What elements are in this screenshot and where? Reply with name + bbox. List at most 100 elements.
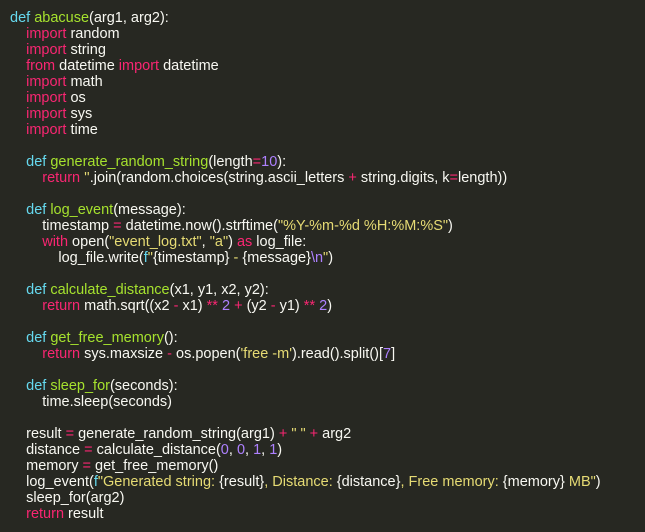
code-token: , Free memory: [400,474,503,490]
code-line: result = generate_random_string(arg1) + … [10,426,645,442]
code-token: with [42,234,69,250]
code-token: MB" [564,474,596,490]
code-token: abacuse [34,10,90,26]
code-token: = [84,442,93,458]
code-token: sleep_for(arg2) [10,490,125,506]
code-token: log_file: [252,234,307,250]
code-line: import os [10,90,645,106]
code-line: def abacuse(arg1, arg2): [10,10,645,26]
code-token: (length [208,154,253,170]
code-token: datetime [159,58,219,74]
code-token: ** [206,298,218,314]
code-token: return [42,298,81,314]
code-token: datetime [55,58,119,74]
code-token: distance [10,442,85,458]
code-token: def [26,282,51,298]
code-token: time.sleep(seconds) [10,394,172,410]
code-token: - [229,250,243,266]
code-token: , [245,442,254,458]
code-line: memory = get_free_memory() [10,458,645,474]
code-token: \n [310,250,324,266]
code-token: get_free_memory [50,330,164,346]
code-token: def [26,378,51,394]
code-token: ) [277,442,283,458]
code-token: import [26,42,67,58]
code-token: , [261,442,270,458]
code-token: datetime.now().strftime( [121,218,278,234]
code-token: 'free -m' [240,346,292,362]
code-line: import random [10,26,645,42]
code-line: time.sleep(seconds) [10,394,645,410]
code-token: memory [10,458,83,474]
code-line: log_event(f"Generated string: {result}, … [10,474,645,490]
code-token: (arg1, arg2): [89,10,169,26]
code-line: import string [10,42,645,58]
code-token: math.sqrt((x2 [80,298,174,314]
code-token: (message): [113,202,186,218]
code-line: def sleep_for(seconds): [10,378,645,394]
code-line: def generate_random_string(length=10): [10,154,645,170]
code-token: = [252,154,262,170]
code-token: "Generated string: [97,474,220,490]
code-token: {timestamp} [152,250,230,266]
code-token: = [65,426,75,442]
code-token: , [228,442,237,458]
code-token: + [309,426,319,442]
code-token: .join(random.choices(string.ascii_letter… [89,170,349,186]
code-token: + [234,298,243,314]
code-token: {result} [219,474,265,490]
code-token: calculate_distance [50,282,170,298]
code-token: ) [228,234,237,250]
code-line: def log_event(message): [10,202,645,218]
code-line: return result [10,506,645,522]
code-token: import [118,58,160,74]
code-line: return ''.join(random.choices(string.asc… [10,170,645,186]
code-token: as [236,234,253,250]
code-token: 0 [220,442,229,458]
code-token: from [26,58,56,74]
code-token: 10 [261,154,278,170]
code-line: return sys.maxsize - os.popen('free -m')… [10,346,645,362]
code-token: log_file.write( [10,250,144,266]
code-token: math [66,74,103,90]
code-line: from datetime import datetime [10,58,645,74]
code-token: 2 [319,298,328,314]
code-line: return math.sqrt((x2 - x1) ** 2 + (y2 - … [10,298,645,314]
code-token: x1) [178,298,207,314]
code-editor[interactable]: def abacuse(arg1, arg2): import random i… [0,0,645,532]
code-line: timestamp = datetime.now().strftime("%Y-… [10,218,645,234]
code-line: sleep_for(arg2) [10,490,645,506]
code-token: log_event( [10,474,94,490]
code-token: 7 [383,346,392,362]
code-line: distance = calculate_distance(0, 0, 1, 1… [10,442,645,458]
code-token: {memory} [502,474,565,490]
code-token: def [26,154,51,170]
code-line: def calculate_distance(x1, y1, x2, y2): [10,282,645,298]
code-token: return [42,170,81,186]
code-token: string.digits, k [356,170,450,186]
code-token: get_free_memory() [90,458,219,474]
code-token: import [26,26,67,42]
code-token: = [82,458,91,474]
code-token: def [10,10,35,26]
code-token: {distance} [336,474,401,490]
code-token: ).read().split()[ [291,346,384,362]
code-line: log_file.write(f"{timestamp} - {message}… [10,250,645,266]
code-token: result [10,426,66,442]
code-token: (y2 [242,298,271,314]
code-token: calculate_distance( [92,442,221,458]
